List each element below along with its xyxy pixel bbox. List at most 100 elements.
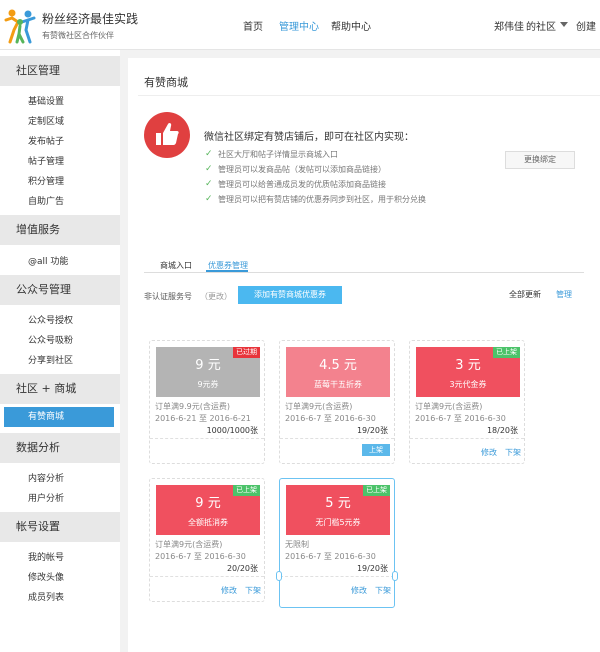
active-tab-indicator — [206, 270, 248, 272]
add-coupon-button[interactable]: 添加有赞商城优惠券 — [238, 286, 342, 304]
check-icon: ✓ — [205, 179, 213, 189]
sidebar-item-basic-settings[interactable]: 基础设置 — [28, 94, 64, 107]
sidebar-section-official-account: 公众号管理 — [0, 275, 120, 305]
coupon-name: 9元券 — [197, 380, 219, 389]
coupon-count: 19/20张 — [356, 564, 388, 573]
sidebar-item-at-all[interactable]: @all 功能 — [28, 254, 68, 267]
coupon-card[interactable]: 9 元 全额抵消券 已上架 订单满9元(含运费) 2016-6-7 至 2016… — [149, 478, 265, 602]
status-badge: 已上架 — [363, 485, 390, 496]
feature-bullet: 管理员可以给普通成员发的优质帖添加商品链接 — [218, 180, 386, 189]
coupon-count: 18/20张 — [486, 426, 518, 435]
card-divider — [280, 438, 394, 439]
card-divider — [410, 438, 524, 439]
coupon-name: 全额抵消券 — [188, 518, 228, 527]
sidebar-item-points-manage[interactable]: 积分管理 — [28, 174, 64, 187]
coupon-card-selected[interactable]: 5 元 无门槛5元券 已上架 无限制 2016-6-7 至 2016-6-30 … — [276, 478, 398, 608]
coupon-face: 3 元 3元代金券 已上架 — [416, 347, 520, 397]
change-account-link[interactable]: （更改） — [200, 291, 232, 302]
card-notch — [276, 571, 282, 581]
status-badge: 已上架 — [493, 347, 520, 358]
list-coupon-button[interactable]: 上架 — [362, 444, 390, 456]
account-type-label: 非认证服务号 — [144, 292, 192, 301]
coupon-dates: 2016-6-21 至 2016-6-21 — [155, 414, 251, 423]
coupon-condition: 订单满9.9元(含运费) — [155, 402, 230, 411]
community-switch[interactable]: 的社区 — [526, 18, 556, 33]
brand-title: 粉丝经济最佳实践 — [42, 12, 139, 26]
coupon-amount: 4.5 元 — [319, 358, 357, 373]
nav-admin-center[interactable]: 管理中心 — [279, 18, 319, 33]
feature-bullet: 社区大厅和帖子详情显示商城入口 — [218, 150, 338, 159]
status-badge: 已过期 — [233, 347, 260, 358]
edit-coupon-link[interactable]: 修改 — [481, 447, 497, 458]
card-notch — [392, 571, 398, 581]
coupon-condition: 订单满9元(含运费) — [285, 402, 353, 411]
tab-divider — [144, 272, 584, 273]
tab-mall-entry[interactable]: 商城入口 — [160, 260, 192, 271]
sidebar-item-custom-area[interactable]: 定制区域 — [28, 114, 64, 127]
check-icon: ✓ — [205, 149, 213, 159]
coupon-dates: 2016-6-7 至 2016-6-30 — [415, 414, 506, 423]
sidebar-item-post-manage[interactable]: 帖子管理 — [28, 154, 64, 167]
intro-text: 微信社区绑定有赞店铺后，即可在社区内实现： — [204, 132, 414, 143]
card-divider — [150, 438, 264, 439]
feature-bullet: 管理员可以发商品帖（发帖可以添加商品链接） — [218, 165, 386, 174]
check-icon: ✓ — [205, 164, 213, 174]
user-name[interactable]: 郑伟佳 — [494, 18, 524, 33]
unlist-coupon-link[interactable]: 下架 — [505, 447, 521, 458]
manage-link[interactable]: 管理 — [556, 289, 572, 300]
sidebar-section-data-analysis: 数据分析 — [0, 433, 120, 463]
card-divider — [280, 576, 394, 577]
coupon-card[interactable]: 4.5 元 蓝莓干五折券 订单满9元(含运费) 2016-6-7 至 2016-… — [279, 340, 395, 464]
coupon-count: 19/20张 — [356, 426, 388, 435]
create-link[interactable]: 创建 — [576, 18, 596, 33]
coupon-name: 3元代金券 — [449, 380, 487, 389]
sidebar-item-youzan-mall[interactable]: 有赞商城 — [4, 407, 114, 427]
sidebar-item-my-account[interactable]: 我的帐号 — [28, 550, 64, 563]
sidebar-item-self-ads[interactable]: 自助广告 — [28, 194, 64, 207]
status-badge: 已上架 — [233, 485, 260, 496]
chevron-down-icon[interactable] — [560, 22, 568, 27]
sidebar-item-share-community[interactable]: 分享到社区 — [28, 353, 73, 366]
card-divider — [150, 576, 264, 577]
brand-subtitle: 有赞微社区合作伙伴 — [42, 31, 114, 40]
sidebar-item-publish-post[interactable]: 发布帖子 — [28, 134, 64, 147]
nav-home[interactable]: 首页 — [243, 18, 263, 33]
thumbs-up-logo — [144, 112, 190, 158]
sidebar-item-content-analysis[interactable]: 内容分析 — [28, 471, 64, 484]
sidebar-item-account-auth[interactable]: 公众号授权 — [28, 313, 73, 326]
page-title: 有赞商城 — [144, 76, 188, 89]
sidebar-item-account-fans[interactable]: 公众号吸粉 — [28, 333, 73, 346]
feature-bullet: 管理员可以把有赞店铺的优惠券同步到社区，用于积分兑换 — [218, 195, 426, 204]
unlist-coupon-link[interactable]: 下架 — [375, 585, 391, 596]
sidebar-item-member-list[interactable]: 成员列表 — [28, 590, 64, 603]
coupon-card[interactable]: 9 元 9元券 已过期 订单满9.9元(含运费) 2016-6-21 至 201… — [149, 340, 265, 464]
change-binding-button[interactable]: 更换绑定 — [505, 151, 575, 169]
sidebar-section-account-settings: 帐号设置 — [0, 512, 120, 542]
edit-coupon-link[interactable]: 修改 — [221, 585, 237, 596]
coupon-condition: 无限制 — [285, 540, 309, 549]
nav-help-center[interactable]: 帮助中心 — [331, 18, 371, 33]
sidebar-section-community-mall: 社区 + 商城 — [0, 374, 120, 404]
coupon-dates: 2016-6-7 至 2016-6-30 — [155, 552, 246, 561]
coupon-name: 无门槛5元券 — [315, 518, 361, 527]
coupon-dates: 2016-6-7 至 2016-6-30 — [285, 552, 376, 561]
coupon-condition: 订单满9元(含运费) — [155, 540, 223, 549]
thumbs-up-icon — [156, 122, 179, 145]
coupon-dates: 2016-6-7 至 2016-6-30 — [285, 414, 376, 423]
sidebar-item-change-avatar[interactable]: 修改头像 — [28, 570, 64, 583]
top-header: 粉丝经济最佳实践 有赞微社区合作伙伴 首页 管理中心 帮助中心 郑伟佳 的社区 … — [0, 0, 600, 50]
coupon-count: 1000/1000张 — [206, 426, 258, 435]
sidebar-item-user-analysis[interactable]: 用户分析 — [28, 491, 64, 504]
coupon-face: 4.5 元 蓝莓干五折券 — [286, 347, 390, 397]
update-all-link[interactable]: 全部更新 — [509, 289, 541, 300]
coupon-condition: 订单满9元(含运费) — [415, 402, 483, 411]
edit-coupon-link[interactable]: 修改 — [351, 585, 367, 596]
coupon-face: 5 元 无门槛5元券 已上架 — [286, 485, 390, 535]
coupon-face: 9 元 9元券 已过期 — [156, 347, 260, 397]
sidebar-section-community: 社区管理 — [0, 56, 120, 86]
coupon-card[interactable]: 3 元 3元代金券 已上架 订单满9元(含运费) 2016-6-7 至 2016… — [409, 340, 525, 464]
coupon-count: 20/20张 — [226, 564, 258, 573]
divider — [138, 95, 600, 96]
coupon-name: 蓝莓干五折券 — [314, 380, 362, 389]
unlist-coupon-link[interactable]: 下架 — [245, 585, 261, 596]
